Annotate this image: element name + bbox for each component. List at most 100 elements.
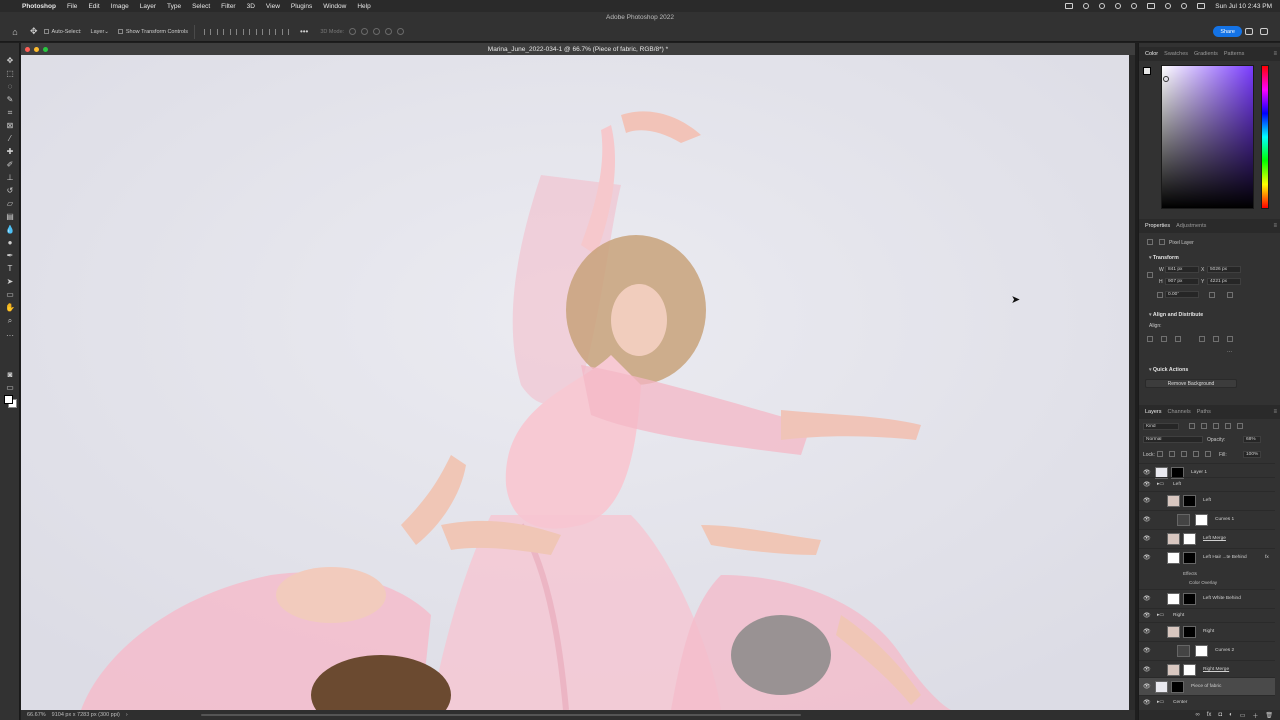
add-style-icon[interactable]: fx <box>1207 712 1212 718</box>
align-right-icon[interactable] <box>229 28 237 35</box>
y-field[interactable]: 4221 px <box>1207 278 1241 285</box>
layer-mask-thumbnail[interactable] <box>1183 592 1196 605</box>
folder-icon[interactable]: ▸▭ <box>1157 700 1164 705</box>
menu-file[interactable]: File <box>67 3 77 10</box>
tab-gradients[interactable]: Gradients <box>1194 51 1218 57</box>
layer-mask-thumbnail[interactable] <box>1183 494 1196 507</box>
visibility-eye-icon[interactable]: 👁 <box>1143 516 1151 523</box>
menu-app-photoshop[interactable]: Photoshop <box>22 3 56 10</box>
distribute-icon[interactable] <box>281 28 289 35</box>
control-center-icon[interactable] <box>1197 3 1206 9</box>
align-left-edges-icon[interactable] <box>1147 336 1153 342</box>
blur-tool-icon[interactable]: 💧 <box>5 226 15 234</box>
shape-tool-icon[interactable]: ▭ <box>5 291 15 299</box>
flip-vertical-icon[interactable] <box>1227 292 1233 298</box>
filter-pixel-icon[interactable] <box>1189 423 1195 429</box>
color-picker-field[interactable] <box>1161 65 1254 209</box>
blend-mode-dropdown[interactable]: Normal <box>1143 436 1203 443</box>
path-select-tool-icon[interactable]: ➤ <box>5 278 15 286</box>
slide-3d-icon[interactable] <box>385 28 393 35</box>
battery-icon[interactable] <box>1147 3 1156 9</box>
clone-stamp-tool-icon[interactable]: ⊥ <box>5 174 15 182</box>
layer-group-row[interactable]: 👁 ▸▭ Center <box>1139 695 1275 709</box>
menu-type[interactable]: Type <box>167 3 181 10</box>
visibility-eye-icon[interactable]: 👁 <box>1143 666 1151 673</box>
adjustment-layer-icon[interactable]: ◐ <box>1229 712 1233 718</box>
history-brush-tool-icon[interactable]: ↺ <box>5 187 15 195</box>
screen-mode-icon[interactable]: ▭ <box>5 384 15 392</box>
show-transform-checkbox[interactable] <box>117 29 123 34</box>
effects-label[interactable]: Effects <box>1183 571 1197 576</box>
more-align-icon[interactable]: ··· <box>1227 349 1232 355</box>
visibility-eye-icon[interactable]: 👁 <box>1143 497 1151 504</box>
visibility-eye-icon[interactable]: 👁 <box>1143 628 1151 635</box>
visibility-eye-icon[interactable]: 👁 <box>1143 647 1151 654</box>
align-distribute-section[interactable]: Align and Distribute <box>1149 312 1203 318</box>
brush-tool-icon[interactable]: ✐ <box>5 161 15 169</box>
link-layers-icon[interactable]: ∞ <box>1195 712 1199 718</box>
edit-toolbar-icon[interactable]: ··· <box>5 332 15 340</box>
flip-horizontal-icon[interactable] <box>1209 292 1215 298</box>
tab-channels[interactable]: Channels <box>1168 409 1191 415</box>
vertical-scrollbar[interactable] <box>1129 55 1135 710</box>
layer-filter-dropdown[interactable]: Kind <box>1143 423 1179 430</box>
tab-properties[interactable]: Properties <box>1145 223 1170 229</box>
eyedropper-tool-icon[interactable]: ⁄ <box>5 135 15 143</box>
layer-mask-thumbnail[interactable] <box>1183 625 1196 638</box>
link-icon[interactable] <box>1147 272 1153 278</box>
visibility-eye-icon[interactable]: 👁 <box>1143 595 1151 602</box>
layer-group-row[interactable]: 👁 ▸▭ Left <box>1139 477 1275 491</box>
x-field[interactable]: 5026 px <box>1207 266 1241 273</box>
menu-window[interactable]: Window <box>323 3 346 10</box>
foreground-color-chip[interactable] <box>1143 67 1151 75</box>
spotlight-icon[interactable] <box>1181 3 1188 9</box>
delete-layer-icon[interactable]: 🗑 <box>1265 712 1273 719</box>
share-button[interactable]: Share <box>1213 26 1242 37</box>
move-tool-icon[interactable]: ✥ <box>5 57 15 65</box>
moon-icon[interactable] <box>1115 3 1122 9</box>
layer-mask-thumbnail[interactable] <box>1183 663 1196 676</box>
fill-field[interactable]: 100% <box>1243 451 1261 458</box>
visibility-eye-icon[interactable]: 👁 <box>1143 699 1151 706</box>
visibility-eye-icon[interactable]: 👁 <box>1143 535 1151 542</box>
folder-icon[interactable]: ▸▭ <box>1157 482 1164 487</box>
wifi-icon[interactable] <box>1165 3 1172 9</box>
zoom-level[interactable]: 66.67% <box>27 712 46 718</box>
tab-color[interactable]: Color <box>1145 51 1158 57</box>
angle-field[interactable]: 0.00° <box>1165 291 1199 298</box>
layer-mask-thumbnail[interactable] <box>1183 532 1196 545</box>
dropbox-icon[interactable] <box>1099 3 1106 9</box>
search-icon[interactable] <box>1245 28 1253 35</box>
menu-help[interactable]: Help <box>357 3 370 10</box>
lock-transparency-icon[interactable] <box>1157 451 1163 457</box>
move-tool-icon[interactable]: ✥ <box>30 26 38 37</box>
filter-adjustment-icon[interactable] <box>1201 423 1207 429</box>
align-bottom-edges-icon[interactable] <box>1227 336 1233 342</box>
align-bottom-icon[interactable] <box>268 28 276 35</box>
width-field[interactable]: 841 px <box>1165 266 1199 273</box>
quick-select-tool-icon[interactable]: ✎ <box>5 96 15 104</box>
align-top-edges-icon[interactable] <box>1199 336 1205 342</box>
layer-mask-thumbnail[interactable] <box>1171 680 1184 693</box>
menu-select[interactable]: Select <box>192 3 210 10</box>
new-layer-icon[interactable]: ＋ <box>1252 711 1258 720</box>
type-tool-icon[interactable]: T <box>5 265 15 273</box>
menu-layer[interactable]: Layer <box>140 3 156 10</box>
layer-row[interactable]: 👁 Left Merge <box>1139 529 1275 547</box>
tab-adjustments[interactable]: Adjustments <box>1176 223 1206 229</box>
color-picker-handle[interactable] <box>1163 76 1169 82</box>
fx-icon[interactable]: fx <box>1265 555 1269 560</box>
layer-row[interactable]: 👁 Left Hair ...te Behind fx <box>1139 548 1275 566</box>
auto-select-checkbox[interactable] <box>43 29 49 34</box>
new-group-icon[interactable]: ▭ <box>1240 712 1246 719</box>
layer-row[interactable]: 👁 Right <box>1139 622 1275 640</box>
hue-slider[interactable] <box>1261 65 1269 209</box>
workspace-icon[interactable] <box>1260 28 1268 35</box>
zoom-tool-icon[interactable]: ⌕ <box>5 317 15 325</box>
menu-filter[interactable]: Filter <box>221 3 235 10</box>
roll-3d-icon[interactable] <box>361 28 369 35</box>
lock-all-icon[interactable] <box>1205 451 1211 457</box>
lock-artboard-icon[interactable] <box>1193 451 1199 457</box>
pen-tool-icon[interactable]: ✒ <box>5 252 15 260</box>
filter-smart-object-icon[interactable] <box>1237 423 1243 429</box>
